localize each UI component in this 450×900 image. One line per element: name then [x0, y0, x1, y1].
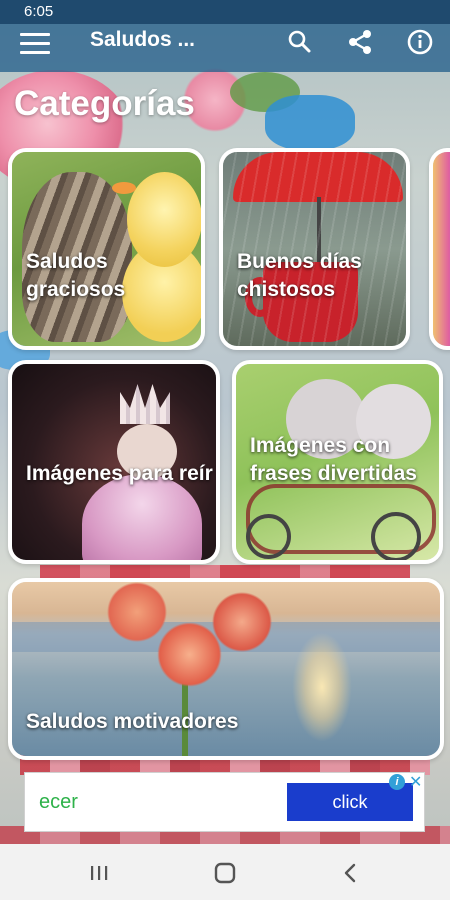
category-label: Imágenes con frases divertidas	[250, 434, 417, 485]
category-label: Imágenes para reír	[26, 462, 213, 485]
ad-info-icon[interactable]: i	[389, 774, 405, 790]
category-card-saludos-motivadores[interactable]: Saludos motivadores	[8, 578, 444, 760]
partial-card-image	[433, 152, 450, 346]
category-card-imagenes-con-frases-divertidas[interactable]: Imágenes con frases divertidas	[232, 360, 443, 564]
search-icon[interactable]	[284, 26, 316, 58]
ad-banner[interactable]: ecer click i ✕	[24, 772, 425, 832]
home-icon[interactable]	[210, 858, 240, 888]
category-label: Saludos graciosos	[26, 250, 126, 301]
category-card-imagenes-para-reir[interactable]: Imágenes para reír	[8, 360, 220, 564]
category-card-partial[interactable]	[429, 148, 450, 350]
status-time: 6:05	[24, 3, 54, 20]
menu-icon[interactable]	[18, 29, 52, 59]
info-icon[interactable]	[404, 26, 436, 58]
system-nav-bar	[0, 844, 450, 900]
app-bar: Saludos ...	[0, 24, 450, 72]
app-title: Saludos ...	[90, 28, 196, 51]
ad-brand: ecer	[39, 791, 78, 813]
status-bar: 6:05	[0, 0, 450, 24]
category-card-buenos-dias-chistosos[interactable]: Buenos días chistosos	[219, 148, 410, 350]
back-icon[interactable]	[336, 858, 366, 888]
recent-apps-icon[interactable]	[84, 858, 114, 888]
section-title: Categorías	[14, 84, 195, 123]
category-card-saludos-graciosos[interactable]: Saludos graciosos	[8, 148, 205, 350]
category-label: Saludos motivadores	[26, 710, 239, 733]
category-label: Buenos días chistosos	[237, 250, 362, 301]
ad-close-icon[interactable]: ✕	[409, 772, 422, 792]
share-icon[interactable]	[344, 26, 376, 58]
